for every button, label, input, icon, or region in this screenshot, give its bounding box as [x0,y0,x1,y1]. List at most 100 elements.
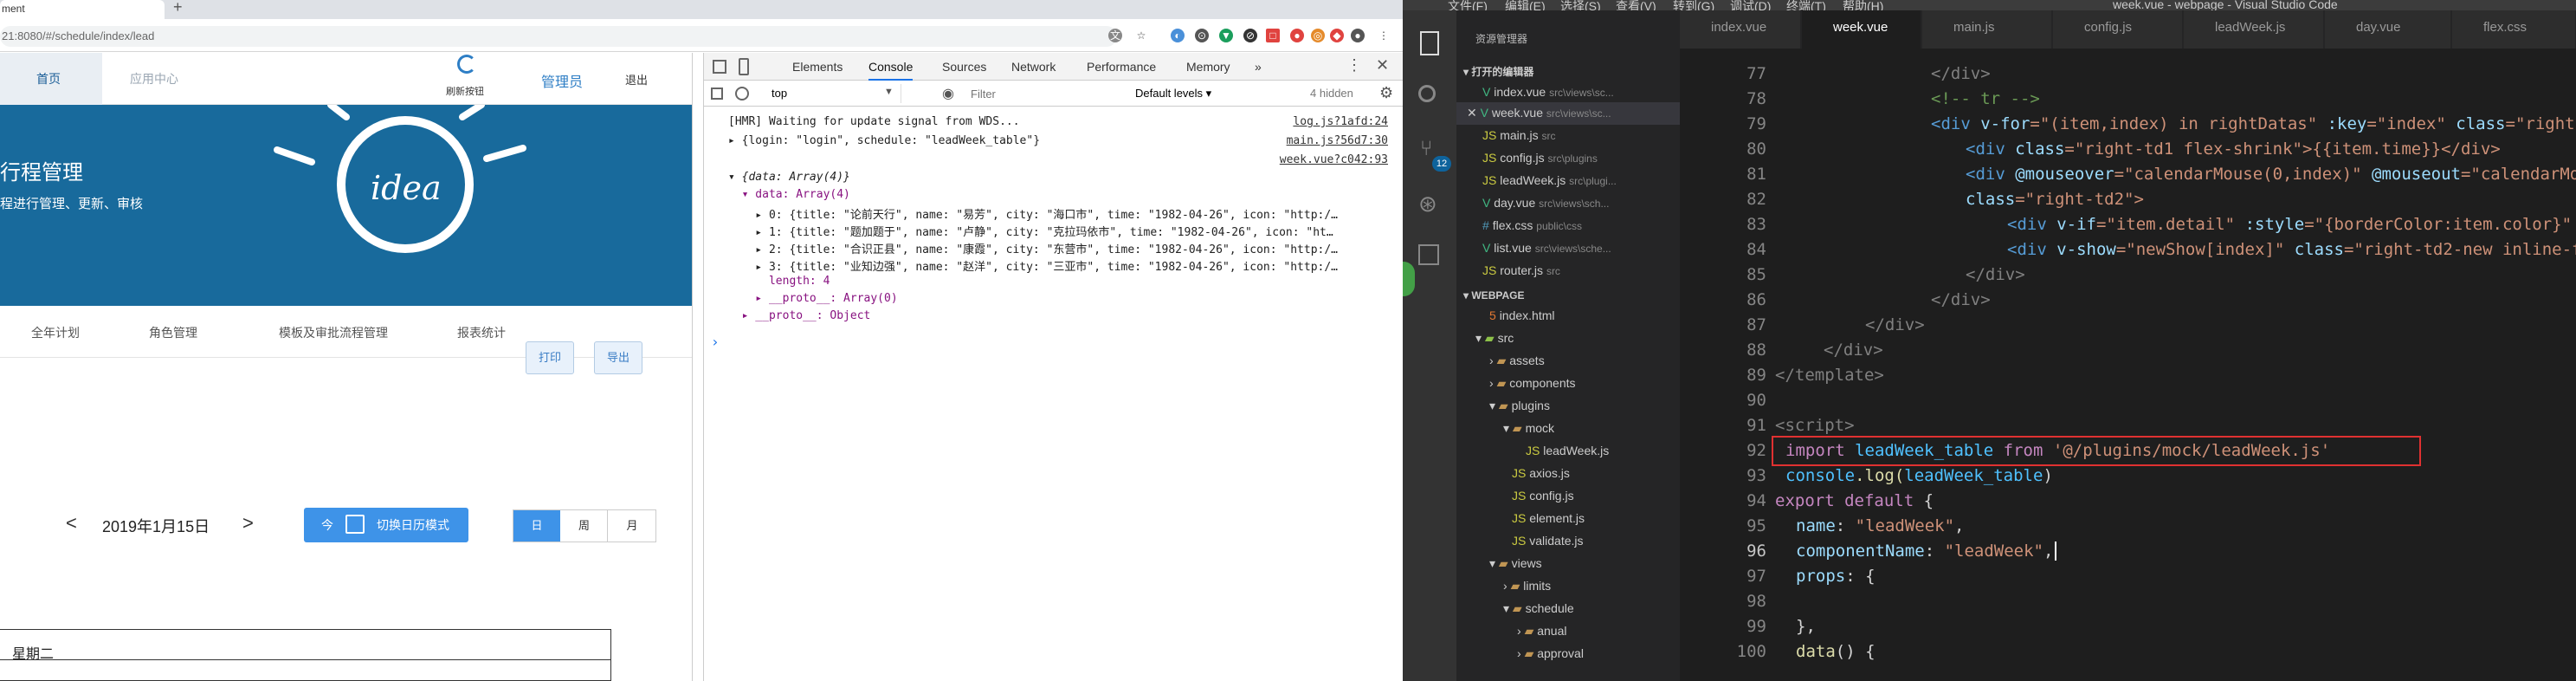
extension-icon[interactable]: ◐ [1171,29,1185,42]
tab-main-js[interactable]: main.js [1922,10,2052,49]
tab-config-js[interactable]: config.js [2053,10,2183,49]
tree-folder[interactable]: › ▰ anual [1517,624,1567,639]
settings-gear-icon[interactable]: ⚙ [1379,84,1393,102]
open-editors-header[interactable]: ▾ 打开的编辑器 [1463,64,1533,79]
next-date-button[interactable]: > [242,512,254,535]
sidebar-toggle-icon[interactable] [711,88,723,100]
view-day[interactable]: 日 [513,510,560,542]
console-line[interactable]: ▸ 2: {title: "合识正县", name: "康霞", city: "… [728,240,1338,256]
open-file-item[interactable]: # flex.css public\css [1482,218,1582,232]
open-file-item[interactable]: JS config.js src\plugins [1482,151,1598,165]
nav-app-center[interactable]: 应用中心 [130,70,178,88]
tab-performance[interactable]: Performance [1087,60,1156,74]
vue-devtools-icon[interactable]: ▼ [1219,29,1233,42]
nav-home[interactable]: 首页 [36,70,61,88]
console-line[interactable]: ▾ data: Array(4) [728,188,850,201]
tab-index-vue[interactable]: index.vue [1680,10,1801,49]
extensions-icon[interactable] [1418,244,1439,265]
menu-selection[interactable]: 选择(S) [1560,0,1601,10]
tree-item[interactable]: 5 index.html [1489,308,1555,322]
menu-help[interactable]: 帮助(H) [1843,0,1883,10]
console-line[interactable]: ▸ 3: {title: "业知边强", name: "赵洋", city: "… [728,257,1338,274]
search-icon[interactable] [1418,85,1436,102]
tree-folder[interactable]: ▾ ▰ views [1489,556,1542,571]
menu-go[interactable]: 转到(G) [1673,0,1714,10]
code-editor[interactable]: 77 78 79 80 81 82 83 84 85 86 87 88 89 9… [1680,49,2576,681]
tab-network[interactable]: Network [1011,60,1056,74]
menu-debug[interactable]: 调试(D) [1730,0,1771,10]
calendar-mode-button[interactable]: 今 切换日历模式 [304,508,468,542]
logout-link[interactable]: 退出 [625,71,648,88]
extension-icon[interactable]: □ [1266,29,1280,42]
tree-folder[interactable]: ▾ ▰ mock [1503,421,1554,436]
tree-folder[interactable]: › ▰ approval [1517,646,1584,661]
console-source-link[interactable]: week.vue?c042:93 [1280,153,1388,166]
tab-console[interactable]: Console [868,60,914,81]
inspect-icon[interactable] [713,60,726,74]
print-button[interactable]: 打印 [526,341,574,374]
tab-sources[interactable]: Sources [942,60,986,74]
menu-edit[interactable]: 编辑(E) [1505,0,1546,10]
open-file-item[interactable]: JS main.js src [1482,128,1555,142]
tree-item[interactable]: JS element.js [1512,511,1585,525]
subnav-item[interactable]: 报表统计 [457,324,506,341]
tree-folder[interactable]: ▾ ▰ src [1475,331,1514,346]
console-line[interactable]: ▸ 0: {title: "论前天行", name: "易芳", city: "… [728,205,1338,222]
extension-icon[interactable]: ● [1290,29,1304,42]
subnav-item[interactable]: 模板及审批流程管理 [279,324,388,341]
clear-console-icon[interactable] [735,87,749,101]
open-file-item[interactable]: ✕ V week.vue src\views\sc... [1467,106,1611,120]
extension-icon[interactable]: ◆ [1330,29,1344,42]
tree-item[interactable]: JS leadWeek.js [1526,444,1609,457]
extension-icon[interactable]: ⊙ [1195,29,1209,42]
tree-folder[interactable]: › ▰ limits [1503,579,1551,593]
prev-date-button[interactable]: < [66,512,77,535]
console-line[interactable]: ▸ __proto__: Array(0) [728,292,897,305]
menu-kebab-icon[interactable]: ⋮ [1377,29,1391,42]
tab-day-vue[interactable]: day.vue [2325,10,2451,49]
extension-icon[interactable]: ⊘ [1243,29,1257,42]
browser-tab[interactable]: ment [0,0,165,19]
tree-folder[interactable]: ▾ ▰ plugins [1489,399,1550,413]
open-file-item[interactable]: JS router.js src [1482,263,1560,277]
tab-leadweek-js[interactable]: leadWeek.js [2184,10,2324,49]
menu-view[interactable]: 查看(V) [1616,0,1656,10]
new-tab-button[interactable]: + [173,0,183,16]
floating-plugin-icon[interactable] [1403,262,1415,296]
tree-item[interactable]: JS validate.js [1512,534,1584,548]
subnav-item[interactable]: 角色管理 [149,324,197,341]
address-bar[interactable]: 21:8080/#/schedule/index/lead [0,26,1117,47]
refresh-icon[interactable] [457,55,476,74]
export-button[interactable]: 导出 [594,341,642,374]
console-filter-input[interactable] [971,84,1123,103]
log-levels-select[interactable]: Default levels ▾ [1135,87,1211,101]
translate-icon[interactable]: 文 [1108,29,1122,42]
console-prompt[interactable]: › [711,334,720,350]
tree-item[interactable]: JS config.js [1512,489,1574,503]
tab-more[interactable]: » [1255,60,1262,74]
subnav-item[interactable]: 全年计划 [31,324,80,341]
tree-folder[interactable]: › ▰ assets [1489,353,1545,368]
open-file-item[interactable]: V index.vue src\views\sc... [1482,85,1614,99]
eye-icon[interactable]: ◉ [942,85,954,102]
debug-icon[interactable]: ⊛ [1418,191,1437,217]
explorer-icon[interactable] [1420,31,1439,55]
bookmark-star-icon[interactable]: ☆ [1134,29,1148,42]
console-source-link[interactable]: log.js?1afd:24 [1293,115,1388,128]
devtools-menu-icon[interactable]: ⋮ [1346,56,1362,75]
console-line[interactable]: ▸ __proto__: Object [728,309,871,322]
profile-icon[interactable]: ● [1351,29,1365,42]
tab-elements[interactable]: Elements [792,60,843,74]
menu-terminal[interactable]: 终端(T) [1786,0,1826,10]
open-file-item[interactable]: V list.vue src\views\sche... [1482,241,1611,255]
open-file-item[interactable]: JS leadWeek.js src\plugi... [1482,173,1617,187]
source-control-icon[interactable]: ⑂ [1420,137,1432,161]
view-week[interactable]: 周 [561,510,608,542]
context-select[interactable]: top ▼ [763,84,901,103]
console-line[interactable]: ▸ {login: "login", schedule: "leadWeek_t… [728,134,1040,147]
tab-flex-css[interactable]: flex.css [2452,10,2576,49]
admin-link[interactable]: 管理员 [541,70,583,91]
console-line[interactable]: ▾ {data: Array(4)} [728,171,850,184]
view-month[interactable]: 月 [609,510,655,542]
tree-folder[interactable]: › ▰ components [1489,376,1576,391]
